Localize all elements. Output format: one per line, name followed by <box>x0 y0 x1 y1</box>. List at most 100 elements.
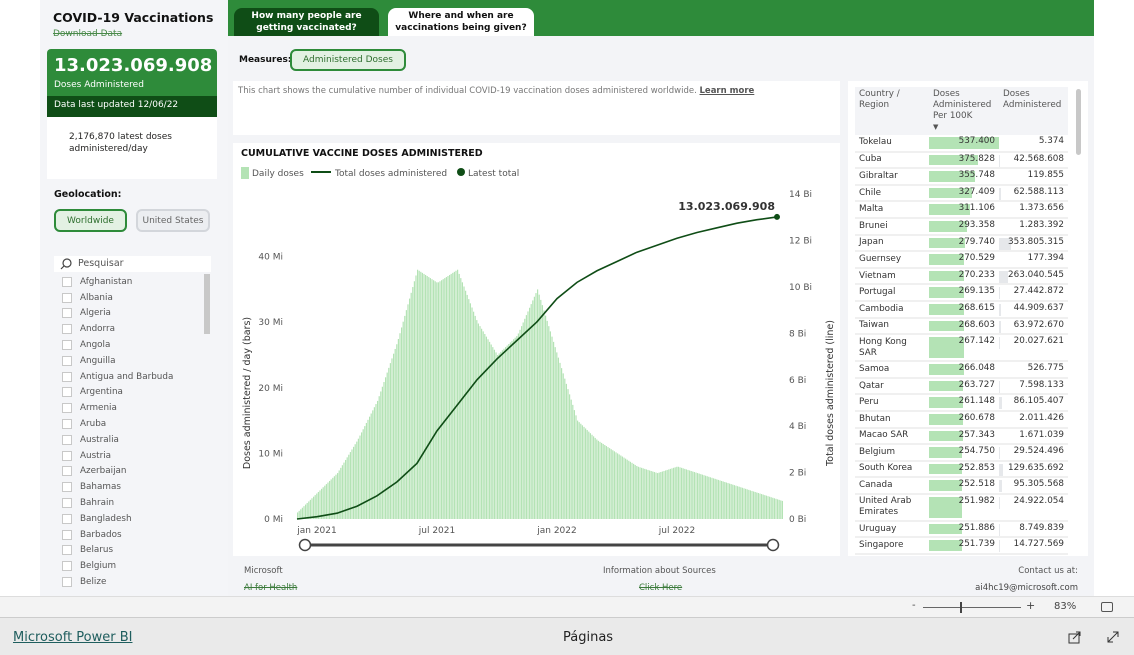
country-option[interactable]: Anguilla <box>54 353 211 369</box>
checkbox[interactable] <box>62 371 72 382</box>
table-row[interactable]: Malta 311.106 1.373.656 <box>855 201 1068 219</box>
table-row[interactable]: Tokelau 537.400 5.374 <box>855 135 1068 153</box>
country-option[interactable]: Barbados <box>54 527 211 543</box>
checkbox[interactable] <box>62 324 72 335</box>
country-option[interactable]: Afghanistan <box>54 274 211 290</box>
tab-how-many-vaccinated[interactable]: How many people are getting vaccinated? <box>234 8 379 36</box>
country-option[interactable]: Angola <box>54 337 211 353</box>
daily-doses-bar <box>765 495 767 519</box>
checkbox[interactable] <box>62 340 72 351</box>
y-right-tick: 6 Bi <box>789 376 806 386</box>
table-scrollbar[interactable] <box>1076 89 1081 155</box>
checkbox[interactable] <box>62 434 72 445</box>
checkbox[interactable] <box>62 419 72 430</box>
country-option[interactable]: Bahamas <box>54 479 211 495</box>
administered-doses-button[interactable]: Administered Doses <box>290 49 406 71</box>
download-data-link[interactable]: Download Data <box>53 29 122 39</box>
header-per-100k[interactable]: Doses Administered Per 100K ▼ <box>929 87 999 135</box>
table-row[interactable]: Qatar 263.727 7.598.133 <box>855 377 1068 396</box>
table-row[interactable]: Samoa 266.048 526.775 <box>855 361 1068 379</box>
fit-to-page-icon[interactable] <box>1101 602 1113 612</box>
zoom-in-button[interactable]: + <box>1026 599 1035 612</box>
table-row[interactable]: Bhutan 260.678 2.011.426 <box>855 410 1068 429</box>
country-option[interactable]: Austria <box>54 448 211 464</box>
table-row[interactable]: Canada 252.518 95.305.568 <box>855 477 1068 495</box>
checkbox[interactable] <box>62 561 72 572</box>
table-row[interactable]: Gibraltar 355.748 119.855 <box>855 168 1068 186</box>
table-row[interactable]: Peru 261.148 86.105.407 <box>855 394 1068 412</box>
per-100k-cell: 327.409 <box>929 184 999 203</box>
daily-doses-bar <box>633 463 635 519</box>
checkbox[interactable] <box>62 577 72 588</box>
country-option[interactable]: Belgium <box>54 558 211 574</box>
checkbox[interactable] <box>62 403 72 414</box>
country-option[interactable]: Armenia <box>54 400 211 416</box>
checkbox[interactable] <box>62 450 72 461</box>
daily-doses-bar <box>596 439 598 519</box>
table-row[interactable]: Vietnam 270.233 263.040.545 <box>855 267 1068 286</box>
table-row[interactable]: Chile 327.409 62.588.113 <box>855 184 1068 203</box>
country-option[interactable]: Antigua and Barbuda <box>54 369 211 385</box>
country-list-scrollbar[interactable] <box>204 274 210 334</box>
description-text: This chart shows the cumulative number o… <box>238 86 697 96</box>
table-row[interactable]: Uruguay 251.886 8.749.839 <box>855 520 1068 539</box>
zoom-slider-thumb[interactable] <box>960 602 962 613</box>
country-search-input[interactable]: Pesquisar <box>54 256 211 272</box>
learn-more-link[interactable]: Learn more <box>700 86 755 96</box>
table-row[interactable]: Guernsey 270.529 177.394 <box>855 251 1068 269</box>
per-100k-cell: 263.727 <box>929 377 999 396</box>
checkbox[interactable] <box>62 308 72 319</box>
country-option[interactable]: Azerbaijan <box>54 464 211 480</box>
country-option[interactable]: Aruba <box>54 416 211 432</box>
contact-email[interactable]: ai4hc19@microsoft.com <box>975 583 1078 593</box>
ai-for-health-link[interactable]: AI for Health <box>244 583 297 593</box>
checkbox[interactable] <box>62 292 72 303</box>
table-row[interactable]: Cambodia 268.615 44.909.637 <box>855 300 1068 319</box>
country-option[interactable]: Belize <box>54 574 211 590</box>
country-option[interactable]: Belarus <box>54 543 211 559</box>
table-row[interactable]: Macao SAR 257.343 1.671.039 <box>855 427 1068 446</box>
checkbox[interactable] <box>62 529 72 540</box>
share-icon[interactable] <box>1068 630 1082 644</box>
country-option[interactable]: Argentina <box>54 385 211 401</box>
pages-button[interactable]: Páginas <box>563 630 613 645</box>
table-row[interactable]: Brunei 293.358 1.283.392 <box>855 217 1068 236</box>
checkbox[interactable] <box>62 355 72 366</box>
table-row[interactable]: Belgium 254.750 29.524.496 <box>855 444 1068 462</box>
table-row[interactable]: Singapore 251.739 14.727.569 <box>855 537 1068 556</box>
worldwide-button[interactable]: Worldwide <box>54 209 127 232</box>
header-doses[interactable]: Doses Administered <box>999 87 1068 135</box>
united-states-button[interactable]: United States <box>136 209 210 232</box>
checkbox[interactable] <box>62 545 72 556</box>
tab-where-when-vaccinations[interactable]: Where and when are vaccinations being gi… <box>388 8 534 36</box>
fullscreen-icon[interactable] <box>1106 630 1120 644</box>
checkbox[interactable] <box>62 387 72 398</box>
table-row[interactable]: United Arab Emirates 251.982 24.922.054 <box>855 493 1068 522</box>
checkbox[interactable] <box>62 498 72 509</box>
range-end-handle[interactable] <box>766 538 780 552</box>
table-row[interactable]: Cuba 375.828 42.568.608 <box>855 151 1068 170</box>
checkbox[interactable] <box>62 482 72 493</box>
range-start-handle[interactable] <box>298 538 312 552</box>
daily-doses-bar <box>740 487 742 519</box>
country-option[interactable]: Andorra <box>54 321 211 337</box>
table-row[interactable]: Japan 279.740 353.805.315 <box>855 234 1068 253</box>
checkbox[interactable] <box>62 513 72 524</box>
power-bi-link[interactable]: Microsoft Power BI <box>13 630 132 645</box>
click-here-link[interactable]: Click Here <box>639 583 682 593</box>
per-100k-value: 252.518 <box>958 479 995 490</box>
table-row[interactable]: South Korea 252.853 129.635.692 <box>855 460 1068 479</box>
country-option[interactable]: Australia <box>54 432 211 448</box>
header-country[interactable]: Country / Region <box>855 87 929 135</box>
zoom-slider[interactable] <box>923 607 1021 608</box>
checkbox[interactable] <box>62 276 72 287</box>
table-row[interactable]: Portugal 269.135 27.442.872 <box>855 284 1068 302</box>
country-option[interactable]: Albania <box>54 290 211 306</box>
country-option[interactable]: Algeria <box>54 306 211 322</box>
country-option[interactable]: Bahrain <box>54 495 211 511</box>
country-option[interactable]: Bangladesh <box>54 511 211 527</box>
checkbox[interactable] <box>62 466 72 477</box>
table-row[interactable]: Taiwan 268.603 63.972.670 <box>855 317 1068 336</box>
zoom-out-button[interactable]: - <box>912 600 916 611</box>
table-row[interactable]: Hong Kong SAR 267.142 20.027.621 <box>855 334 1068 363</box>
